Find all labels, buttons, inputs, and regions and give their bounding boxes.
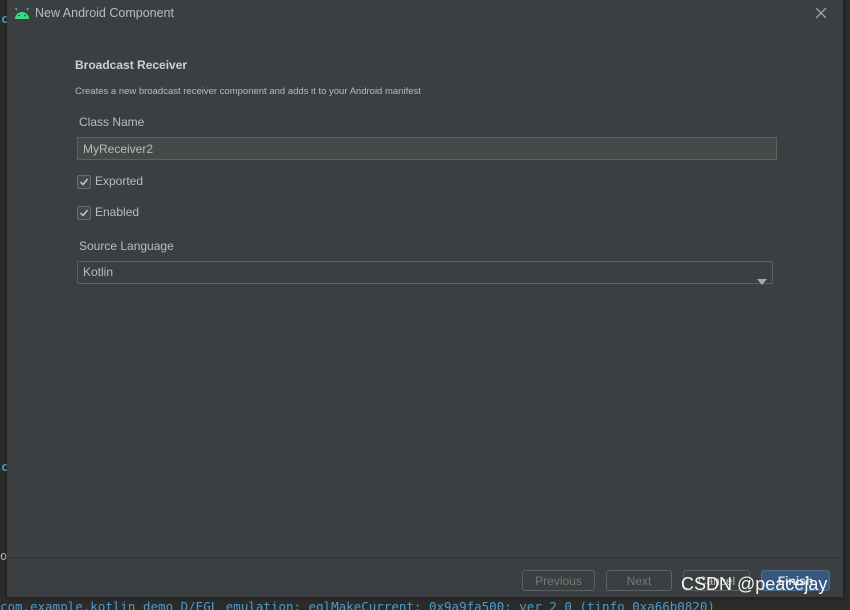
dialog-title: New Android Component: [35, 6, 174, 20]
new-component-dialog: New Android Component Broadcast Receiver…: [7, 0, 843, 597]
footer-divider: [7, 557, 843, 558]
ide-editor-edge-right: [843, 0, 850, 610]
csdn-watermark: CSDN @peacejay: [681, 574, 828, 594]
exported-label: Exported: [95, 174, 144, 188]
ide-logcat-line: com.example.kotlin_demo D/EGL_emulation:…: [0, 598, 850, 610]
chevron-down-icon: [757, 270, 767, 289]
source-language-label: Source Language: [79, 239, 174, 253]
class-name-input[interactable]: [77, 137, 777, 160]
dialog-titlebar: New Android Component: [7, 0, 843, 28]
component-heading: Broadcast Receiver: [75, 58, 188, 72]
previous-button[interactable]: Previous: [522, 570, 595, 591]
screen: c c o com.example.kotlin_demo D/EGL_emul…: [0, 0, 850, 610]
close-icon[interactable]: [813, 5, 829, 21]
next-button[interactable]: Next: [606, 570, 672, 591]
source-language-value: Kotlin: [83, 265, 114, 279]
component-description: Creates a new broadcast receiver compone…: [75, 86, 421, 97]
enabled-label: Enabled: [95, 205, 140, 219]
enabled-checkbox[interactable]: [77, 206, 91, 220]
class-name-label: Class Name: [79, 115, 145, 129]
android-icon: [13, 6, 31, 20]
source-language-dropdown[interactable]: Kotlin: [77, 261, 773, 285]
ide-editor-edge: [0, 0, 7, 610]
exported-checkbox[interactable]: [77, 175, 91, 189]
